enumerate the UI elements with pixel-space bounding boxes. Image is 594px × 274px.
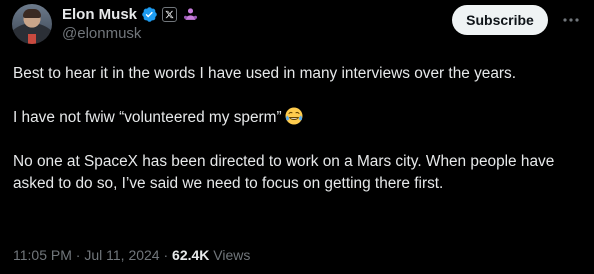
- views-count[interactable]: 62.4K: [172, 247, 209, 263]
- author-display-name[interactable]: Elon Musk: [62, 6, 137, 23]
- post-meta: 11:05 PM · Jul 11, 2024 · 62.4K Views: [13, 247, 250, 263]
- x-logo-icon[interactable]: [162, 6, 178, 22]
- verified-badge-icon[interactable]: [141, 6, 158, 23]
- post-card: Elon Musk @elonmusk Subscribe Best to he…: [0, 0, 594, 274]
- author-handle[interactable]: @elonmusk: [62, 25, 199, 42]
- views-label: Views: [213, 247, 251, 263]
- post-time[interactable]: 11:05 PM: [13, 247, 72, 263]
- subscribe-button[interactable]: Subscribe: [452, 5, 548, 35]
- post-paragraph-2-text: I have not fwiw “volunteered my sperm”: [13, 109, 282, 126]
- post-paragraph-1: Best to hear it in the words I have used…: [13, 65, 517, 82]
- post-text: Best to hear it in the words I have used…: [13, 63, 585, 195]
- people-icon[interactable]: [182, 6, 199, 23]
- avatar-hair: [23, 9, 41, 18]
- tears-of-joy-emoji-icon: [285, 107, 303, 125]
- post-paragraph-2: I have not fwiw “volunteered my sperm”: [13, 107, 585, 129]
- meta-separator: ·: [163, 247, 169, 263]
- avatar[interactable]: [12, 4, 52, 44]
- name-row: Elon Musk: [62, 4, 199, 24]
- post-date[interactable]: Jul 11, 2024: [84, 247, 159, 263]
- avatar-collar: [28, 34, 36, 44]
- post-header: Elon Musk @elonmusk: [62, 4, 199, 42]
- more-horizontal-icon[interactable]: [560, 10, 582, 30]
- meta-separator: ·: [75, 247, 81, 263]
- post-paragraph-3: No one at SpaceX has been directed to wo…: [13, 153, 559, 192]
